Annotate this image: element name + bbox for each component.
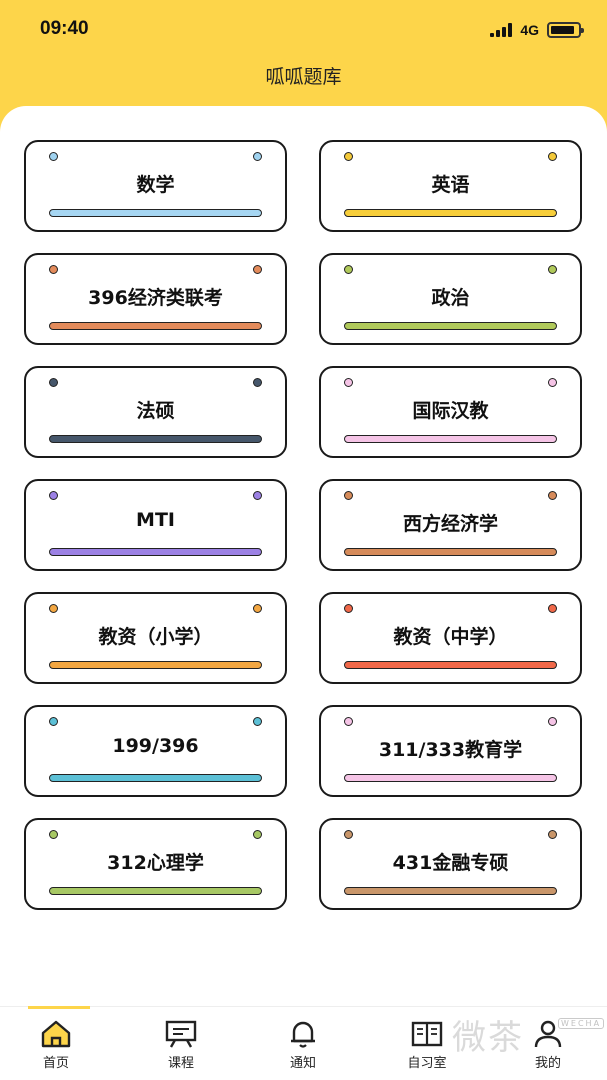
card-color-bar xyxy=(344,661,557,669)
page-title: 呱呱题库 xyxy=(265,66,342,88)
card-dot-left xyxy=(344,830,353,839)
subject-card[interactable]: 396经济类联考 xyxy=(24,253,287,345)
subject-label: 法硕 xyxy=(136,400,175,422)
card-color-bar xyxy=(49,322,262,330)
tab-courses-label: 课程 xyxy=(167,1056,194,1071)
card-dot-left xyxy=(49,265,58,274)
card-color-bar xyxy=(344,548,557,556)
card-dot-right xyxy=(548,378,557,387)
subject-label: 311/333教育学 xyxy=(378,739,523,761)
status-time: 09:40 xyxy=(40,18,89,39)
tab-notifications[interactable]: 通知 xyxy=(258,1007,348,1080)
subject-card[interactable]: 教资（小学） xyxy=(24,592,287,684)
card-color-bar xyxy=(49,661,262,669)
status-bar: 09:40 4G xyxy=(0,0,607,60)
tab-notifications-label: 通知 xyxy=(289,1056,316,1071)
subject-label: MTI xyxy=(136,509,175,531)
subject-label: 396经济类联考 xyxy=(88,287,223,309)
card-dot-left xyxy=(49,830,58,839)
card-dot-left xyxy=(344,491,353,500)
subject-card[interactable]: 311/333教育学 xyxy=(319,705,582,797)
card-dot-left xyxy=(49,717,58,726)
card-dot-left xyxy=(344,265,353,274)
card-dot-right xyxy=(548,830,557,839)
card-color-bar xyxy=(344,435,557,443)
card-dot-right xyxy=(548,491,557,500)
presentation-icon xyxy=(165,1020,197,1048)
subject-card[interactable]: 西方经济学 xyxy=(319,479,582,571)
subject-label: 国际汉教 xyxy=(412,400,489,422)
subject-label: 政治 xyxy=(431,287,470,309)
tab-home[interactable]: 首页 xyxy=(11,1006,101,1080)
tab-bar: 首页 课程 通知 自习室 我的 xyxy=(0,1006,607,1080)
card-dot-left xyxy=(49,491,58,500)
card-dot-right xyxy=(253,152,262,161)
subject-card[interactable]: MTI xyxy=(24,479,287,571)
battery-icon xyxy=(547,22,584,38)
card-color-bar xyxy=(344,322,557,330)
card-dot-right xyxy=(548,152,557,161)
card-dot-right xyxy=(253,830,262,839)
tab-study-room[interactable]: 自习室 xyxy=(382,1007,472,1080)
card-color-bar xyxy=(49,548,262,556)
subject-label: 教资（小学） xyxy=(98,626,213,648)
card-dot-right xyxy=(253,717,262,726)
subject-label: 教资（中学） xyxy=(393,626,508,648)
book-icon xyxy=(411,1021,443,1047)
card-dot-right xyxy=(253,378,262,387)
subject-label: 199/396 xyxy=(112,735,199,757)
card-color-bar xyxy=(49,887,262,895)
signal-icon xyxy=(490,23,513,37)
card-color-bar xyxy=(49,209,262,217)
card-dot-right xyxy=(253,491,262,500)
card-dot-right xyxy=(253,604,262,613)
subject-card[interactable]: 312心理学 xyxy=(24,818,287,910)
home-icon xyxy=(41,1020,71,1048)
card-dot-left xyxy=(344,378,353,387)
card-color-bar xyxy=(49,435,262,443)
status-icons: 4G xyxy=(490,20,584,40)
tab-home-label: 首页 xyxy=(42,1056,69,1071)
card-dot-left xyxy=(344,717,353,726)
subject-label: 431金融专硕 xyxy=(392,852,509,874)
subject-label: 312心理学 xyxy=(107,852,204,874)
subject-card[interactable]: 国际汉教 xyxy=(319,366,582,458)
subject-label: 英语 xyxy=(431,174,470,196)
subject-card[interactable]: 431金融专硕 xyxy=(319,818,582,910)
user-icon xyxy=(534,1020,562,1048)
subject-label: 西方经济学 xyxy=(402,513,498,535)
card-dot-right xyxy=(548,604,557,613)
subject-card[interactable]: 政治 xyxy=(319,253,582,345)
tab-profile[interactable]: 我的 xyxy=(503,1007,593,1080)
card-dot-right xyxy=(548,265,557,274)
subject-card[interactable]: 英语 xyxy=(319,140,582,232)
card-dot-right xyxy=(548,717,557,726)
card-color-bar xyxy=(49,774,262,782)
tab-study-room-label: 自习室 xyxy=(407,1056,447,1071)
card-color-bar xyxy=(344,774,557,782)
card-color-bar xyxy=(344,209,557,217)
card-dot-left xyxy=(344,152,353,161)
subject-card[interactable]: 教资（中学） xyxy=(319,592,582,684)
bell-icon xyxy=(291,1021,315,1048)
card-dot-left xyxy=(344,604,353,613)
subject-card[interactable]: 数学 xyxy=(24,140,287,232)
card-dot-right xyxy=(253,265,262,274)
tab-profile-label: 我的 xyxy=(534,1056,561,1071)
card-color-bar xyxy=(344,887,557,895)
subject-card[interactable]: 法硕 xyxy=(24,366,287,458)
card-dot-left xyxy=(49,152,58,161)
subject-label: 数学 xyxy=(136,174,175,196)
card-dot-left xyxy=(49,378,58,387)
network-label: 4G xyxy=(520,22,539,38)
card-dot-left xyxy=(49,604,58,613)
tab-courses[interactable]: 课程 xyxy=(136,1007,226,1080)
subject-grid: 数学 英语 396经济类联考 政治法硕 国际汉教 MTI 西方经济学教资（小学） 教资（中学）… xyxy=(24,140,584,910)
subject-card[interactable]: 199/396 xyxy=(24,705,287,797)
